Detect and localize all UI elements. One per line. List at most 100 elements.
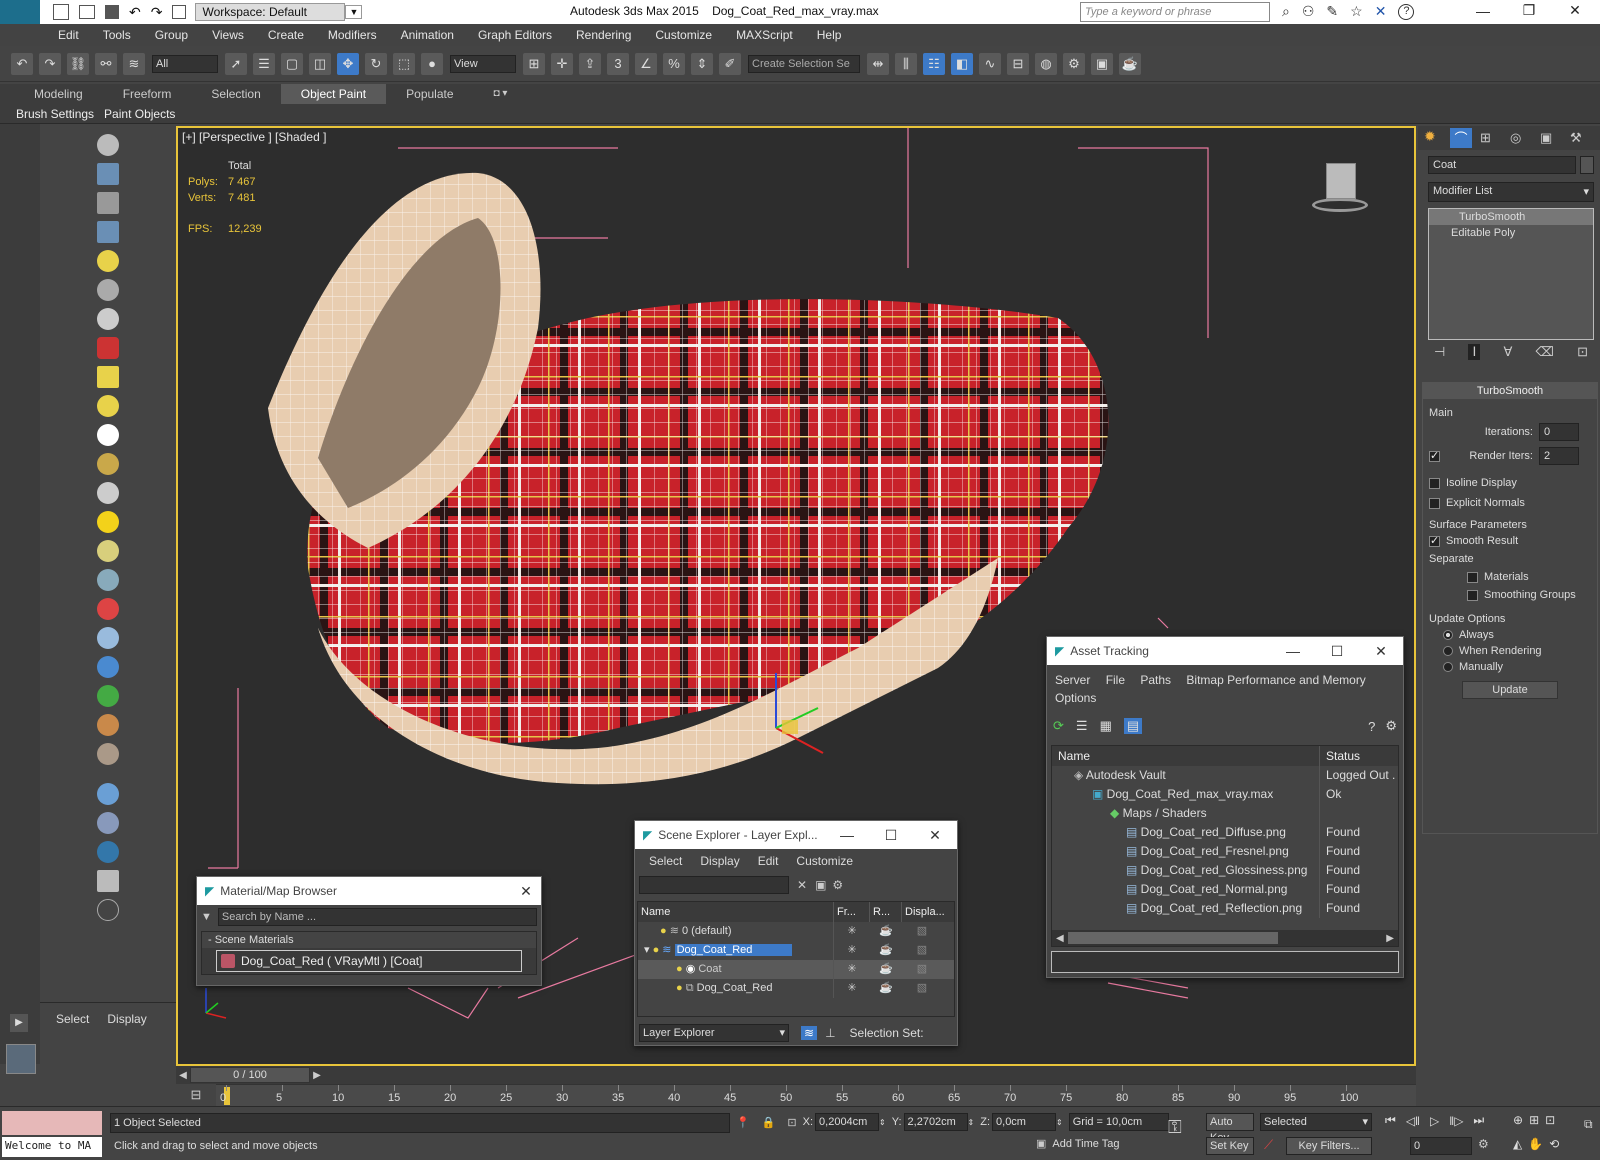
menu-views[interactable]: Views — [200, 24, 256, 46]
update-button[interactable]: Update — [1462, 681, 1558, 699]
place-icon[interactable]: ● — [421, 52, 443, 75]
time-slider[interactable]: 0 / 100 — [190, 1067, 310, 1083]
z-coordinate-field[interactable]: 0,0cm — [992, 1113, 1057, 1131]
save-file-icon[interactable] — [105, 5, 119, 19]
snap-toggle-icon[interactable]: 3 — [607, 52, 629, 75]
hair-icon[interactable] — [97, 453, 119, 475]
go-to-end-icon[interactable]: ⏭ — [1473, 1113, 1484, 1128]
cone-icon[interactable] — [97, 482, 119, 504]
layer-settings-icon[interactable]: ⚙ — [832, 878, 843, 892]
helper-icon[interactable] — [97, 627, 119, 649]
zoom-all-icon[interactable]: ⊞ — [1529, 1113, 1539, 1127]
absolute-mode-icon[interactable]: ⊡ — [787, 1116, 796, 1129]
scene-col-display[interactable]: Displa... — [902, 902, 945, 922]
undo-icon[interactable]: ↶ — [129, 4, 141, 21]
dome-icon[interactable] — [97, 395, 119, 417]
angle-snap-icon[interactable]: ∠ — [635, 52, 657, 75]
bulb-icon[interactable]: ● — [653, 944, 663, 956]
scene-minimize-button[interactable]: — — [825, 827, 869, 844]
rect-selection-icon[interactable]: ▢ — [281, 52, 303, 75]
select-by-name-icon[interactable]: ☰ — [253, 52, 275, 75]
go-to-start-icon[interactable]: ⏮ — [1385, 1113, 1396, 1128]
hierarchy-mode-icon[interactable]: ⊥ — [825, 1026, 835, 1040]
asset-help-icon[interactable]: ? — [1368, 719, 1375, 734]
tab-object-paint[interactable]: Object Paint — [280, 84, 387, 104]
motion-panel-icon[interactable]: ◎ — [1510, 130, 1532, 146]
clear-search-icon[interactable]: ✕ — [797, 878, 807, 892]
link-icon[interactable]: ⛓ — [67, 52, 89, 75]
render-iters-spinner[interactable]: 2 — [1539, 447, 1579, 465]
maximize-viewport-icon[interactable]: ⧉ — [1584, 1117, 1593, 1132]
asset-menu-options[interactable]: Options — [1055, 691, 1096, 705]
table-row[interactable]: ◈ Autodesk Vault Logged Out . — [1052, 766, 1398, 785]
menu-create[interactable]: Create — [256, 24, 316, 46]
refresh-icon[interactable]: ⟳ — [1053, 718, 1064, 734]
display-box-icon[interactable]: ▧ — [902, 922, 942, 941]
circle-icon[interactable] — [97, 424, 119, 446]
menu-graph-editors[interactable]: Graph Editors — [466, 24, 564, 46]
remove-modifier-icon[interactable]: ⌫ — [1536, 344, 1554, 360]
render-teapot-icon[interactable]: ☕ — [870, 960, 902, 979]
stack-item-turbosmooth[interactable]: TurboSmooth — [1429, 209, 1593, 225]
scene-materials-group[interactable]: - Scene Materials — [202, 932, 536, 948]
play-icon[interactable]: ▷ — [1430, 1114, 1439, 1128]
sun-icon[interactable] — [97, 511, 119, 533]
render-teapot-icon[interactable]: ☕ — [870, 941, 902, 960]
pan-icon[interactable]: ✋ — [1528, 1137, 1543, 1151]
table-row[interactable]: ▤ Dog_Coat_red_Glossiness.png Found — [1052, 861, 1398, 880]
scene-menu-edit[interactable]: Edit — [758, 854, 779, 868]
time-tag-icon[interactable]: ▣ — [1036, 1137, 1046, 1150]
modifier-list-dropdown[interactable]: Modifier List ▾ — [1428, 182, 1594, 202]
align-icon[interactable]: ⫼ — [895, 52, 917, 75]
render-icon[interactable] — [97, 812, 119, 834]
asset-maximize-button[interactable]: ☐ — [1315, 643, 1359, 660]
save-layout-icon[interactable] — [97, 870, 119, 892]
scene-search-input[interactable] — [639, 876, 789, 894]
grass-icon[interactable] — [97, 685, 119, 707]
stack-item-editable-poly[interactable]: Editable Poly — [1429, 225, 1593, 241]
render-production-icon[interactable]: ☕ — [1119, 52, 1141, 75]
redo-icon[interactable]: ↷ — [151, 4, 163, 21]
y-coordinate-field[interactable]: 2,2702cm — [903, 1113, 968, 1131]
asset-menu-paths[interactable]: Paths — [1140, 673, 1171, 687]
asset-col-status[interactable]: Status — [1320, 746, 1360, 766]
explicit-normals-checkbox[interactable] — [1429, 497, 1440, 509]
display-box-icon[interactable]: ▧ — [902, 941, 942, 960]
display-box-icon[interactable]: ▧ — [902, 979, 942, 998]
tab-freeform[interactable]: Freeform — [103, 84, 192, 104]
menu-modifiers[interactable]: Modifiers — [316, 24, 389, 46]
curve-editor-mini-icon[interactable]: ⊟ — [176, 1087, 216, 1103]
thumbnail-icon[interactable]: ▦ — [1100, 718, 1112, 734]
redo-toolbar-icon[interactable]: ↷ — [39, 52, 61, 75]
material-item[interactable]: Dog_Coat_Red ( VRayMtl ) [Coat] — [216, 950, 522, 972]
hierarchy-panel-icon[interactable]: ⊞ — [1480, 130, 1502, 146]
asset-minimize-button[interactable]: — — [1271, 643, 1315, 660]
asset-menu-server[interactable]: Server — [1055, 673, 1090, 687]
material-swap-icon[interactable] — [97, 841, 119, 863]
menu-customize[interactable]: Customize — [643, 24, 724, 46]
select-move-icon[interactable]: ✥ — [337, 52, 359, 75]
select-object-icon[interactable]: ➚ — [225, 52, 247, 75]
table-row[interactable]: ◆ Maps / Shaders — [1052, 804, 1398, 823]
select-manipulate-icon[interactable]: ✛ — [551, 52, 573, 75]
freeze-icon[interactable]: ✳ — [834, 960, 870, 979]
workspace-dropdown[interactable]: Workspace: Default — [195, 3, 346, 21]
keyboard-shortcut-icon[interactable]: ⇪ — [579, 52, 601, 75]
asset-horizontal-scrollbar[interactable]: ◀ ▶ — [1052, 930, 1398, 946]
x-coordinate-field[interactable]: 0,2004cm — [815, 1113, 880, 1131]
pin-stack-icon[interactable]: ⊣ — [1434, 344, 1445, 360]
set-key-red-icon[interactable]: ⟋ — [1264, 1137, 1273, 1153]
sphere-icon[interactable] — [97, 540, 119, 562]
tab-selection[interactable]: Selection — [191, 84, 280, 104]
film-icon[interactable] — [97, 337, 119, 359]
list-item[interactable]: ● ⧉ Dog_Coat_Red ✳ ☕ ▧ — [638, 979, 954, 998]
scene-col-name[interactable]: Name — [638, 902, 834, 922]
binoculars-icon[interactable]: ⌕ — [1282, 3, 1290, 20]
selection-filter-dropdown[interactable]: All — [152, 54, 218, 73]
asset-path-field[interactable] — [1051, 951, 1399, 973]
particles-icon[interactable] — [97, 569, 119, 591]
display-box-icon[interactable]: ▧ — [902, 960, 942, 979]
camera-icon[interactable] — [97, 279, 119, 301]
manually-radio[interactable] — [1443, 662, 1453, 672]
render-teapot-icon[interactable]: ☕ — [870, 922, 902, 941]
